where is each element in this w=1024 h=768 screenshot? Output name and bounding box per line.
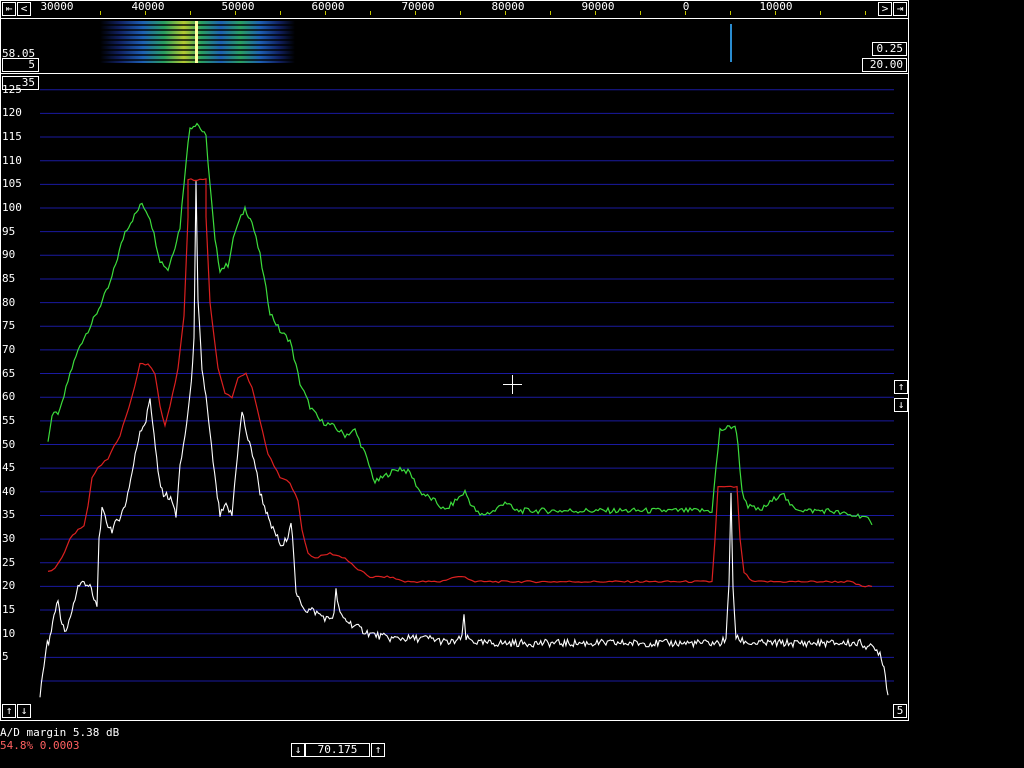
spectrum-chart bbox=[39, 89, 894, 698]
frequency-label: 70000 bbox=[401, 0, 435, 13]
waterfall-secondary-marker bbox=[730, 24, 732, 62]
frequency-tick bbox=[775, 11, 776, 15]
frequency-label: 80000 bbox=[491, 0, 525, 13]
spectrum-white-trace bbox=[39, 181, 889, 698]
frequency-tick bbox=[325, 11, 326, 15]
frequency-label: 30000 bbox=[40, 0, 74, 13]
frequency-tick bbox=[460, 11, 461, 15]
frequency-tick bbox=[100, 11, 101, 15]
frequency-label: 40000 bbox=[131, 0, 165, 13]
spectrum-green-trace bbox=[47, 122, 873, 526]
frequency-label: 90000 bbox=[581, 0, 615, 13]
spectrum-bottom-down-button[interactable]: ↓ bbox=[17, 704, 31, 718]
spectrum-bottom-right-box[interactable]: 5 bbox=[893, 704, 907, 718]
frequency-tick bbox=[820, 11, 821, 15]
freq-up-button[interactable]: ↑ bbox=[371, 743, 385, 757]
scroll-right-button[interactable]: ⇥ bbox=[893, 2, 907, 16]
freq-readout[interactable]: 70.175 bbox=[305, 743, 370, 757]
frequency-label: 60000 bbox=[311, 0, 345, 13]
cpu-load-text: 54.8% 0.0003 bbox=[0, 739, 80, 752]
frequency-tick bbox=[280, 11, 281, 15]
step-left-button[interactable]: < bbox=[17, 2, 31, 16]
spectrum-zoom-up-button[interactable]: ↑ bbox=[894, 380, 908, 394]
freq-down-button[interactable]: ↓ bbox=[291, 743, 305, 757]
waterfall-avg-box[interactable]: 5 bbox=[2, 58, 39, 72]
frequency-tick bbox=[370, 11, 371, 15]
frequency-tick bbox=[865, 11, 866, 15]
frequency-tick bbox=[505, 11, 506, 15]
spectrum-red-trace bbox=[47, 178, 873, 588]
frequency-tick bbox=[415, 11, 416, 15]
crosshair-cursor-vertical bbox=[512, 375, 513, 394]
waterfall-gain-box[interactable]: 0.25 bbox=[872, 42, 907, 56]
ad-margin-text: A/D margin 5.38 dB bbox=[0, 726, 120, 739]
frequency-tick bbox=[145, 11, 146, 15]
frequency-tick bbox=[235, 11, 236, 15]
step-right-button[interactable]: > bbox=[878, 2, 892, 16]
frequency-tick bbox=[595, 11, 596, 15]
waterfall-zero-box[interactable]: 20.00 bbox=[862, 58, 907, 72]
frequency-tick bbox=[640, 11, 641, 15]
spectrum-bottom-up-button[interactable]: ↑ bbox=[2, 704, 16, 718]
frequency-tick bbox=[730, 11, 731, 15]
scroll-left-button[interactable]: ⇤ bbox=[2, 2, 16, 16]
frequency-tick bbox=[190, 11, 191, 15]
frequency-label: 10000 bbox=[759, 0, 793, 13]
frequency-label: 0 bbox=[682, 0, 690, 13]
frequency-tick bbox=[685, 11, 686, 15]
waterfall-peak-marker bbox=[195, 21, 198, 63]
spectrum-zoom-down-button[interactable]: ↓ bbox=[894, 398, 908, 412]
frequency-tick bbox=[550, 11, 551, 15]
frequency-label: 50000 bbox=[221, 0, 255, 13]
